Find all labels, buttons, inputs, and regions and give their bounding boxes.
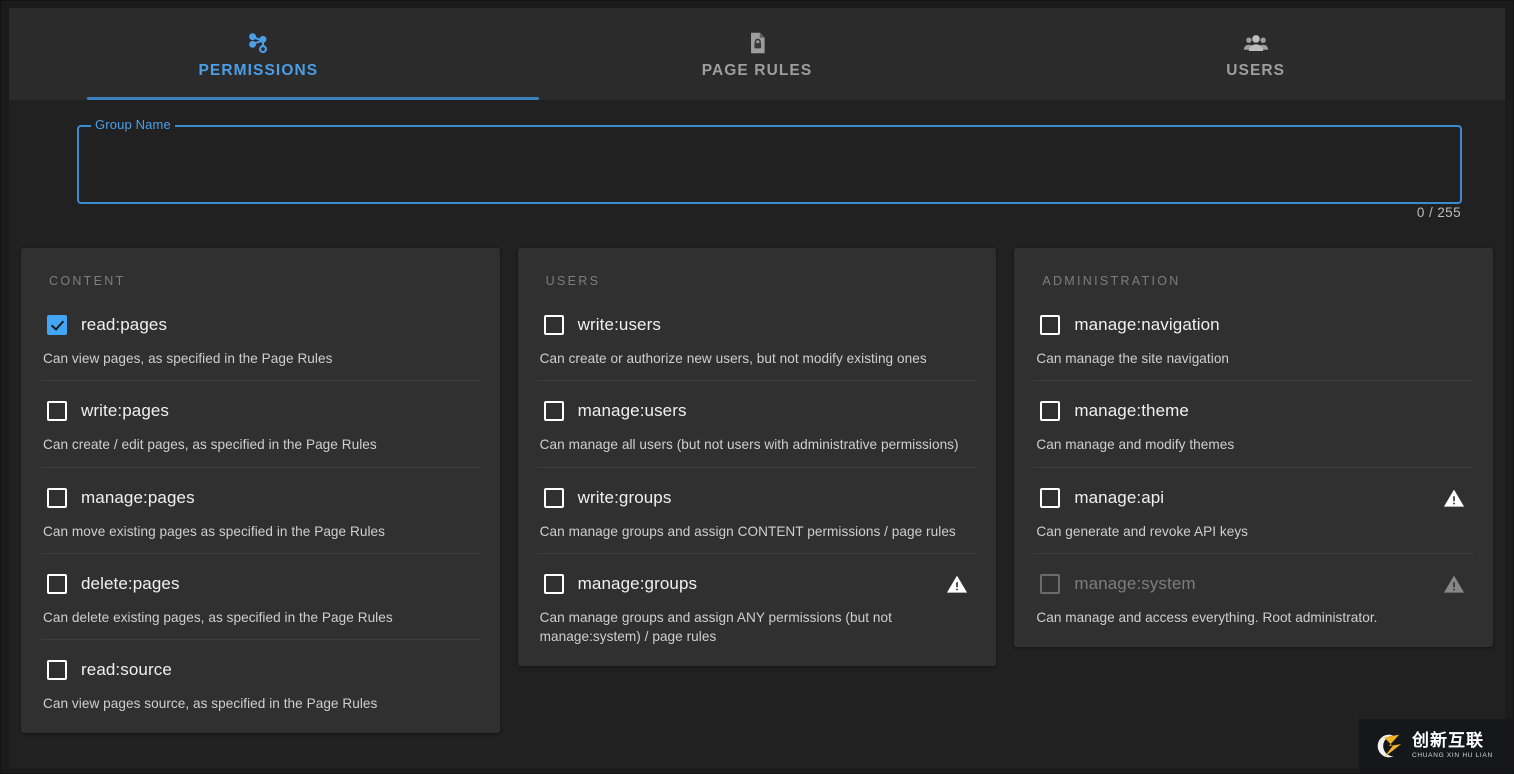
permission-description: Can manage groups and assign CONTENT per…: [540, 522, 977, 541]
permission-toggle-write-users[interactable]: write:users: [538, 310, 977, 340]
permission-description: Can manage all users (but not users with…: [540, 435, 977, 454]
permission-description: Can move existing pages as specified in …: [43, 522, 480, 541]
warning-icon: [1443, 573, 1465, 595]
permission-name: manage:api: [1074, 488, 1164, 508]
card-title-users: USERS: [546, 274, 977, 288]
permission-card-users: USERS write:users Can create or authoriz…: [518, 248, 997, 666]
permission-description: Can view pages source, as specified in t…: [43, 694, 480, 713]
permission-name: write:users: [578, 315, 661, 335]
warning-icon: [1443, 487, 1465, 509]
permission-description: Can create or authorize new users, but n…: [540, 349, 977, 368]
permission-toggle-delete-pages[interactable]: delete:pages: [41, 569, 480, 599]
permission-toggle-manage-system: manage:system: [1034, 569, 1473, 599]
warning-icon: [946, 573, 968, 595]
permission-row: manage:groups Can manage groups and assi…: [538, 569, 977, 651]
tab-users-label: USERS: [1226, 62, 1285, 80]
logo-c-x-icon: [1365, 729, 1407, 763]
permission-name: manage:pages: [81, 488, 195, 508]
permission-name: manage:users: [578, 401, 687, 421]
tab-permissions[interactable]: PERMISSIONS: [9, 8, 508, 100]
checkbox-write-groups[interactable]: [544, 488, 564, 508]
permission-row: read:source Can view pages source, as sp…: [41, 655, 480, 717]
group-name-field[interactable]: Group Name: [77, 125, 1462, 204]
permission-name: manage:groups: [578, 574, 697, 594]
watermark-chinese: 创新互联: [1412, 733, 1493, 750]
permission-name: manage:navigation: [1074, 315, 1219, 335]
permission-row: manage:system Can manage and access ever…: [1034, 569, 1473, 631]
checkbox-manage-groups[interactable]: [544, 574, 564, 594]
permission-name: manage:theme: [1074, 401, 1189, 421]
permission-row: manage:navigation Can manage the site na…: [1034, 310, 1473, 381]
tab-permissions-label: PERMISSIONS: [198, 62, 318, 80]
permission-name: write:pages: [81, 401, 169, 421]
tab-page-rules[interactable]: PAGE RULES: [508, 8, 1007, 100]
permission-description: Can generate and revoke API keys: [1036, 522, 1473, 541]
permission-row: write:groups Can manage groups and assig…: [538, 483, 977, 554]
permission-card-content: CONTENT read:pages Can view pages, as sp…: [21, 248, 500, 733]
permission-toggle-manage-groups[interactable]: manage:groups: [538, 569, 977, 599]
permission-row: write:users Can create or authorize new …: [538, 310, 977, 381]
permission-name: manage:system: [1074, 574, 1195, 594]
permission-columns: CONTENT read:pages Can view pages, as sp…: [21, 248, 1493, 768]
watermark-pinyin: CHUANG XIN HU LIAN: [1412, 753, 1493, 760]
tab-bar: PERMISSIONS PAGE RULES: [9, 8, 1505, 100]
permission-toggle-manage-users[interactable]: manage:users: [538, 396, 977, 426]
permission-name: delete:pages: [81, 574, 180, 594]
checkbox-delete-pages[interactable]: [47, 574, 67, 594]
permission-toggle-read-source[interactable]: read:source: [41, 655, 480, 685]
checkbox-read-source[interactable]: [47, 660, 67, 680]
group-name-input[interactable]: [92, 149, 1442, 189]
users-group-icon: [1243, 30, 1269, 56]
card-title-administration: ADMINISTRATION: [1042, 274, 1473, 288]
checkbox-manage-navigation[interactable]: [1040, 315, 1060, 335]
permissions-nodes-icon: [245, 30, 271, 56]
permission-name: read:source: [81, 660, 172, 680]
permission-row: write:pages Can create / edit pages, as …: [41, 396, 480, 467]
permission-row: delete:pages Can delete existing pages, …: [41, 569, 480, 640]
permission-row: manage:pages Can move existing pages as …: [41, 483, 480, 554]
permission-toggle-manage-theme[interactable]: manage:theme: [1034, 396, 1473, 426]
character-counter: 0 / 255: [1417, 205, 1461, 220]
permission-description: Can create / edit pages, as specified in…: [43, 435, 480, 454]
checkbox-manage-api[interactable]: [1040, 488, 1060, 508]
group-name-row: Group Name: [9, 116, 1505, 216]
permission-row: read:pages Can view pages, as specified …: [41, 310, 480, 381]
checkbox-manage-pages[interactable]: [47, 488, 67, 508]
permission-toggle-read-pages[interactable]: read:pages: [41, 310, 480, 340]
permission-name: write:groups: [578, 488, 672, 508]
permission-description: Can manage the site navigation: [1036, 349, 1473, 368]
tab-users[interactable]: USERS: [1006, 8, 1505, 100]
app-window: PERMISSIONS PAGE RULES: [0, 0, 1514, 774]
checkbox-manage-users[interactable]: [544, 401, 564, 421]
permission-toggle-write-groups[interactable]: write:groups: [538, 483, 977, 513]
permission-description: Can manage and modify themes: [1036, 435, 1473, 454]
document-lock-icon: [744, 30, 770, 56]
permission-toggle-write-pages[interactable]: write:pages: [41, 396, 480, 426]
checkbox-write-users[interactable]: [544, 315, 564, 335]
permission-description: Can manage and access everything. Root a…: [1036, 608, 1473, 627]
watermark-text: 创新互联 CHUANG XIN HU LIAN: [1412, 733, 1493, 760]
watermark-logo: 创新互联 CHUANG XIN HU LIAN: [1359, 719, 1513, 773]
permission-card-administration: ADMINISTRATION manage:navigation Can man…: [1014, 248, 1493, 647]
group-name-label: Group Name: [91, 117, 175, 132]
permission-toggle-manage-pages[interactable]: manage:pages: [41, 483, 480, 513]
permissions-surface: PERMISSIONS PAGE RULES: [9, 8, 1505, 768]
permission-description: Can manage groups and assign ANY permiss…: [540, 608, 977, 647]
permission-row: manage:theme Can manage and modify theme…: [1034, 396, 1473, 467]
permission-row: manage:users Can manage all users (but n…: [538, 396, 977, 467]
permission-row: manage:api Can generate and revoke API k…: [1034, 483, 1473, 554]
tab-page-rules-label: PAGE RULES: [702, 62, 813, 80]
checkbox-write-pages[interactable]: [47, 401, 67, 421]
permission-name: read:pages: [81, 315, 167, 335]
checkbox-manage-system: [1040, 574, 1060, 594]
checkbox-manage-theme[interactable]: [1040, 401, 1060, 421]
active-tab-indicator: [87, 97, 539, 100]
permission-description: Can delete existing pages, as specified …: [43, 608, 480, 627]
permission-toggle-manage-navigation[interactable]: manage:navigation: [1034, 310, 1473, 340]
card-title-content: CONTENT: [49, 274, 480, 288]
checkbox-read-pages[interactable]: [47, 315, 67, 335]
permission-toggle-manage-api[interactable]: manage:api: [1034, 483, 1473, 513]
permission-description: Can view pages, as specified in the Page…: [43, 349, 480, 368]
